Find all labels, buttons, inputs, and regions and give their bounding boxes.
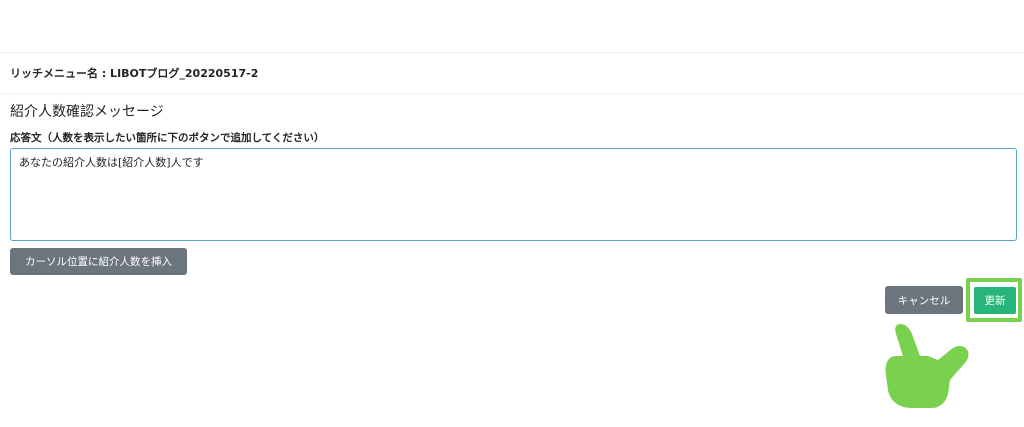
cancel-button[interactable]: キャンセル [885, 286, 963, 314]
pointing-hand-icon [885, 324, 969, 408]
response-textarea[interactable]: あなたの紹介人数は[紹介人数]人です [10, 148, 1017, 241]
rich-menu-name: リッチメニュー名 : LIBOTブログ_20220517-2 [10, 67, 259, 80]
response-field-label: 応答文（人数を表示したい箇所に下のボタンで追加してください） [10, 132, 325, 144]
insert-referral-count-button[interactable]: カーソル位置に紹介人数を挿入 [10, 248, 187, 275]
menu-header: リッチメニュー名 : LIBOTブログ_20220517-2 [0, 52, 1024, 94]
update-button[interactable]: 更新 [973, 286, 1017, 315]
section-title: 紹介人数確認メッセージ [10, 104, 164, 120]
